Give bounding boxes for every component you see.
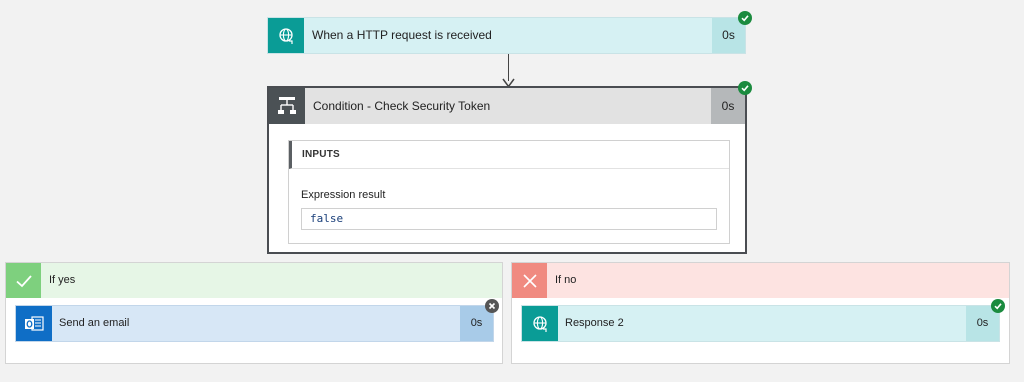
success-check-icon [738, 11, 752, 25]
checkmark-icon [6, 263, 41, 298]
branch-no-header[interactable]: If no [512, 263, 1009, 298]
trigger-title: When a HTTP request is received [312, 28, 492, 42]
condition-icon [269, 88, 305, 124]
expression-result-label: Expression result [301, 189, 386, 201]
success-check-icon [738, 81, 752, 95]
inputs-header-label: INPUTS [302, 149, 340, 160]
branch-yes-label: If yes [49, 274, 76, 286]
outlook-icon [16, 306, 52, 341]
inputs-panel: INPUTS Expression result false [288, 140, 730, 244]
send-email-action-card[interactable]: Send an email 0s [15, 305, 494, 342]
skipped-x-icon [485, 299, 499, 313]
branch-no-label: If no [555, 274, 577, 286]
http-globe-icon [522, 306, 558, 341]
condition-title: Condition - Check Security Token [313, 99, 491, 113]
condition-card[interactable]: Condition - Check Security Token 0s INPU… [267, 86, 747, 254]
expression-result-value: false [310, 212, 344, 225]
http-trigger-card[interactable]: When a HTTP request is received 0s [267, 17, 746, 54]
send-email-title: Send an email [59, 317, 130, 329]
response-2-title: Response 2 [565, 317, 624, 329]
response-2-action-card[interactable]: Response 2 0s [521, 305, 1000, 342]
condition-header[interactable]: Condition - Check Security Token 0s [269, 88, 745, 124]
branch-if-no: If no Response 2 0s [511, 262, 1010, 364]
success-check-icon [991, 299, 1005, 313]
x-icon [512, 263, 547, 298]
branch-if-yes: If yes Send an email 0s [5, 262, 503, 364]
branch-yes-header[interactable]: If yes [6, 263, 502, 298]
http-globe-icon [268, 18, 304, 53]
inputs-header[interactable]: INPUTS [289, 141, 729, 169]
expression-result-value-box: false [301, 208, 717, 230]
flow-connector [508, 54, 509, 81]
